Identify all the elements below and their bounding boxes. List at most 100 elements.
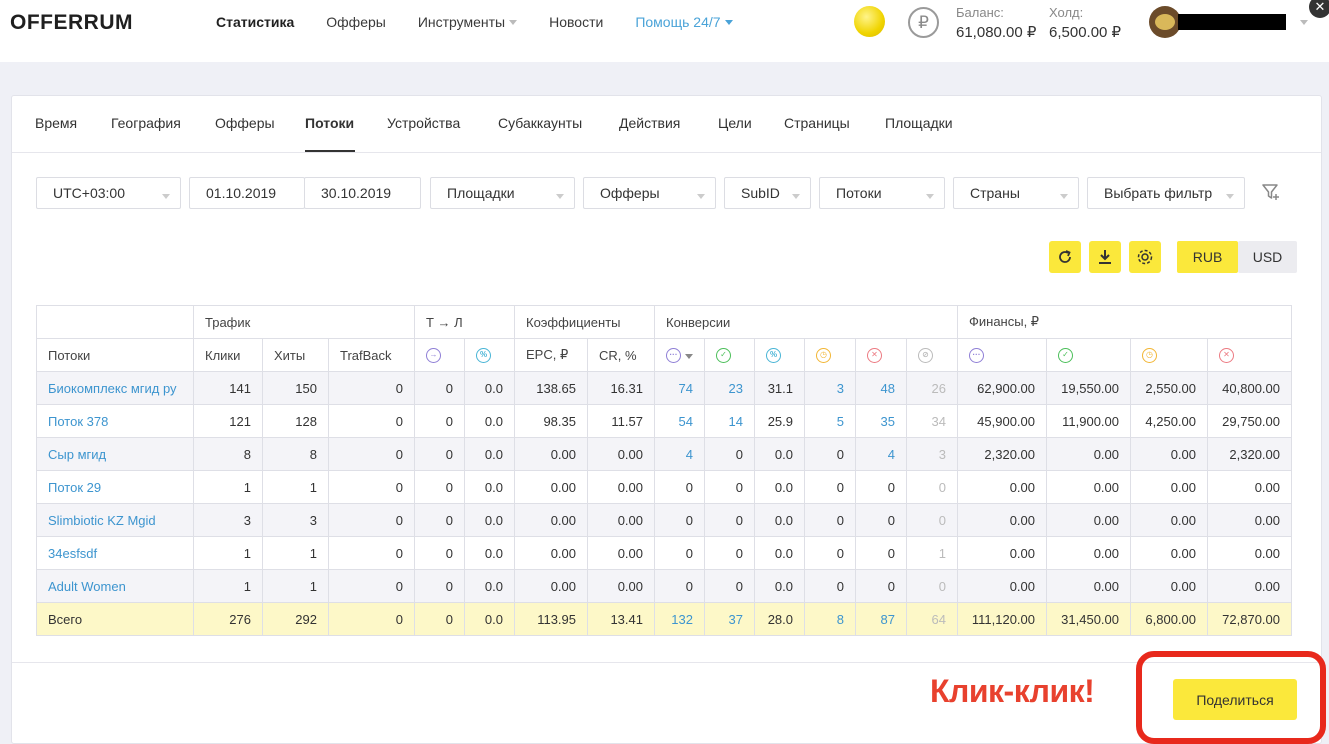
choose-filter-select[interactable]: Выбрать фильтр bbox=[1087, 177, 1245, 209]
user-name-redacted[interactable] bbox=[1178, 14, 1286, 30]
table-cell: 0 bbox=[654, 569, 705, 603]
logo[interactable]: OFFERRUM bbox=[10, 11, 133, 35]
table-cell: 138.65 bbox=[514, 371, 588, 405]
nav-item-tools[interactable]: Инструменты bbox=[418, 14, 518, 30]
table-cell: 31,450.00 bbox=[1046, 602, 1131, 636]
arrow-right-icon: → bbox=[426, 348, 441, 364]
table-cell: 0.0 bbox=[464, 404, 515, 438]
table-cell: 74 bbox=[654, 371, 705, 405]
tab-subaccounts[interactable]: Субаккаунты bbox=[498, 115, 582, 131]
col-tl-transition[interactable]: → bbox=[414, 338, 465, 372]
table-cell: 98.35 bbox=[514, 404, 588, 438]
total-label: Всего bbox=[36, 602, 194, 636]
stream-name-link[interactable]: Adult Women bbox=[36, 569, 194, 603]
table-cell: 1 bbox=[906, 536, 958, 570]
nav-item-offers[interactable]: Офферы bbox=[326, 14, 386, 30]
date-to-input[interactable]: 30.10.2019 bbox=[304, 177, 421, 209]
nav-item-news[interactable]: Новости bbox=[549, 14, 603, 30]
close-icon[interactable]: ✕ bbox=[1309, 0, 1329, 18]
stream-name-link[interactable]: Поток 29 bbox=[36, 470, 194, 504]
currency-rub-toggle[interactable]: RUB bbox=[1177, 241, 1238, 273]
balance-value: 61,080.00 ₽ bbox=[956, 24, 1037, 41]
group-tl: Т → Л bbox=[414, 305, 515, 339]
clock-icon: ◷ bbox=[1142, 348, 1157, 364]
table-row: 34esfsdf 1 1 0 0 0.0 0.00 0.00 0 0 0.0 0 0 1 0.00 0.00 0… bbox=[36, 536, 1292, 570]
table-cell: 0.00 bbox=[1207, 536, 1292, 570]
col-streams[interactable]: Потоки bbox=[36, 338, 194, 372]
col-conv-approved[interactable]: ✓ bbox=[704, 338, 755, 372]
tab-actions[interactable]: Действия bbox=[619, 115, 680, 131]
table-cell: 0 bbox=[804, 437, 856, 471]
table-cell: 0 bbox=[804, 536, 856, 570]
col-fin-all[interactable]: ··· bbox=[957, 338, 1047, 372]
table-cell: 276 bbox=[193, 602, 263, 636]
col-conv-rejected[interactable]: ✕ bbox=[855, 338, 907, 372]
table-cell: 48 bbox=[855, 371, 907, 405]
table-cell: 3 bbox=[906, 437, 958, 471]
countries-select[interactable]: Страны bbox=[953, 177, 1079, 209]
coin-icon[interactable] bbox=[854, 6, 885, 37]
col-hits[interactable]: Хиты bbox=[262, 338, 329, 372]
avatar[interactable] bbox=[1149, 6, 1181, 38]
nav-item-help[interactable]: Помощь 24/7 bbox=[635, 14, 733, 30]
table-cell: 0.0 bbox=[464, 503, 515, 537]
settings-button[interactable] bbox=[1129, 241, 1161, 273]
table-cell: 0.00 bbox=[1130, 569, 1208, 603]
col-conv-all[interactable]: ··· bbox=[654, 338, 705, 372]
currency-usd-toggle[interactable]: USD bbox=[1238, 241, 1297, 273]
platforms-select[interactable]: Площадки bbox=[430, 177, 575, 209]
stream-name-link[interactable]: Slimbiotic KZ Mgid bbox=[36, 503, 194, 537]
table-cell: 0.00 bbox=[1046, 536, 1131, 570]
tab-streams[interactable]: Потоки bbox=[305, 115, 354, 131]
table-cell: 0.00 bbox=[514, 437, 588, 471]
stream-name-link[interactable]: 34esfsdf bbox=[36, 536, 194, 570]
table-row: Slimbiotic KZ Mgid 3 3 0 0 0.0 0.00 0.00 0 0 0.0 0 0… bbox=[36, 503, 1292, 537]
col-conv-percent[interactable]: % bbox=[754, 338, 805, 372]
table-cell: 0 bbox=[704, 437, 755, 471]
stream-name-link[interactable]: Поток 378 bbox=[36, 404, 194, 438]
stream-name-link[interactable]: Сыр мгид bbox=[36, 437, 194, 471]
table-cell: 0 bbox=[855, 470, 907, 504]
table-cell: 11.57 bbox=[587, 404, 655, 438]
table-cell: 4 bbox=[855, 437, 907, 471]
table-cell: 0.00 bbox=[587, 569, 655, 603]
col-fin-approved[interactable]: ✓ bbox=[1046, 338, 1131, 372]
col-epc[interactable]: EPC, ₽ bbox=[514, 338, 588, 372]
timezone-select[interactable]: UTC+03:00 bbox=[36, 177, 181, 209]
table-cell: 0.00 bbox=[1207, 470, 1292, 504]
tab-platforms[interactable]: Площадки bbox=[885, 115, 953, 131]
col-clicks[interactable]: Клики bbox=[193, 338, 263, 372]
offers-select[interactable]: Офферы bbox=[583, 177, 716, 209]
col-trafback[interactable]: TrafBack bbox=[328, 338, 415, 372]
col-fin-rejected[interactable]: ✕ bbox=[1207, 338, 1292, 372]
filter-add-icon[interactable] bbox=[1261, 182, 1281, 202]
col-cr[interactable]: CR, % bbox=[587, 338, 655, 372]
chevron-down-icon[interactable] bbox=[1300, 20, 1308, 25]
tab-devices[interactable]: Устройства bbox=[387, 115, 460, 131]
subid-select[interactable]: SubID bbox=[724, 177, 811, 209]
table-cell: 1 bbox=[193, 569, 263, 603]
tab-goals[interactable]: Цели bbox=[718, 115, 752, 131]
refresh-button[interactable] bbox=[1049, 241, 1081, 273]
table-cell: 0 bbox=[704, 536, 755, 570]
nav-item-statistics[interactable]: Статистика bbox=[216, 14, 294, 30]
table-cell: 0.0 bbox=[754, 569, 805, 603]
streams-select[interactable]: Потоки bbox=[819, 177, 945, 209]
table-cell: 0 bbox=[804, 569, 856, 603]
table-cell: 26 bbox=[906, 371, 958, 405]
tab-time[interactable]: Время bbox=[35, 115, 77, 131]
tab-geography[interactable]: География bbox=[111, 115, 181, 131]
table-cell: 11,900.00 bbox=[1046, 404, 1131, 438]
tab-pages[interactable]: Страницы bbox=[784, 115, 850, 131]
download-button[interactable] bbox=[1089, 241, 1121, 273]
col-conv-hold[interactable]: ◷ bbox=[804, 338, 856, 372]
table-cell: 0.00 bbox=[514, 503, 588, 537]
col-conv-trash[interactable]: ⊘ bbox=[906, 338, 958, 372]
col-fin-hold[interactable]: ◷ bbox=[1130, 338, 1208, 372]
tab-offers[interactable]: Офферы bbox=[215, 115, 275, 131]
stream-name-link[interactable]: Биокомплекс мгид ру bbox=[36, 371, 194, 405]
date-from-input[interactable]: 01.10.2019 bbox=[189, 177, 305, 209]
table-cell: 0.00 bbox=[1046, 437, 1131, 471]
table-cell: 62,900.00 bbox=[957, 371, 1047, 405]
col-tl-percent[interactable]: % bbox=[464, 338, 515, 372]
